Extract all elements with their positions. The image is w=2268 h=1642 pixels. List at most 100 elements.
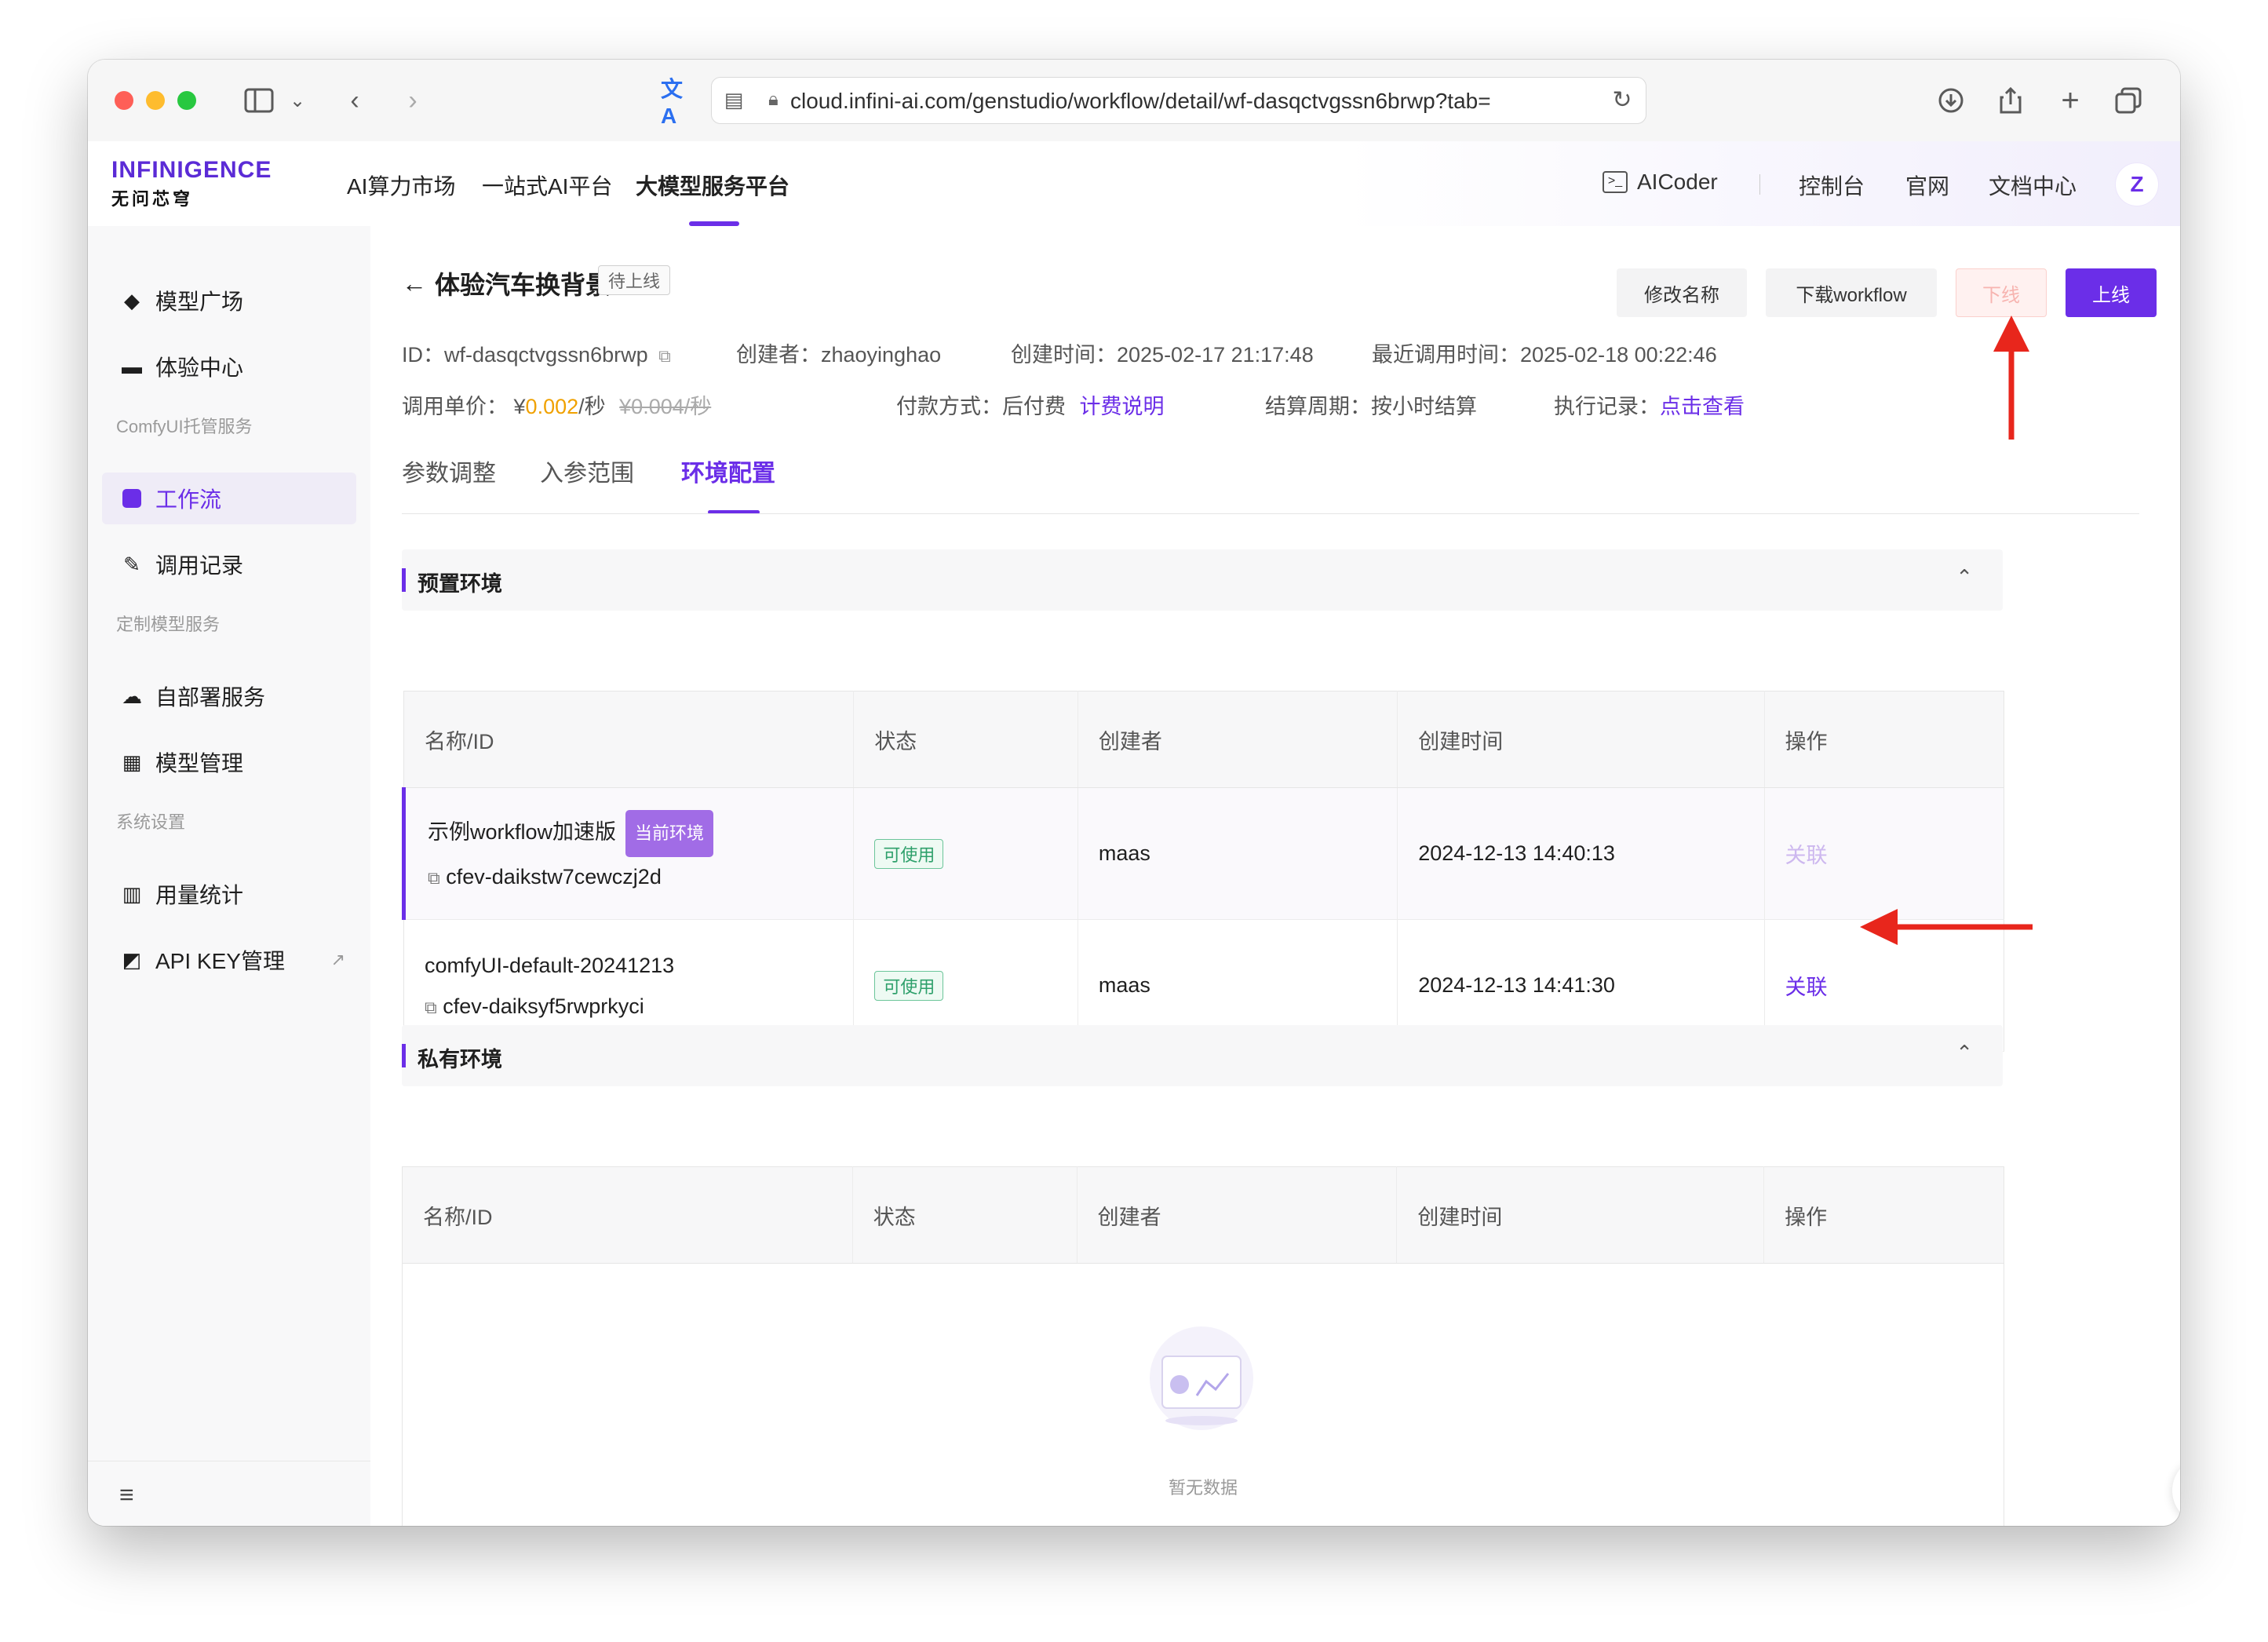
env-id: cfev-daiksyf5rwprkyci — [443, 994, 644, 1018]
official-site-link[interactable]: 官网 — [1905, 170, 1949, 201]
key-icon: ◩ — [122, 947, 142, 972]
edit-record-icon: ✎ — [123, 552, 140, 576]
cloud-icon: ☁ — [122, 684, 142, 708]
offline-button[interactable]: 下线 — [1956, 268, 2047, 317]
last-call-label: 最近调用时间： — [1372, 343, 1520, 367]
sidebar-item-label: 用量统计 — [155, 883, 244, 907]
close-window-button[interactable] — [115, 91, 133, 110]
cube-icon: ◆ — [124, 288, 140, 312]
created-value: 2025-02-17 21:17:48 — [1117, 343, 1314, 367]
nav-ai-compute[interactable]: AI算力市场 — [347, 170, 455, 201]
workflow-id: wf-dasqctvgssn6brwp — [444, 343, 648, 367]
bar-chart-icon: ▥ — [122, 881, 142, 906]
preset-env-section-header[interactable]: 预置环境 ⌃ — [402, 549, 2003, 611]
docs-link[interactable]: 文档中心 — [1989, 170, 2077, 201]
translate-icon[interactable]: 文A — [661, 77, 695, 128]
page-title: ← 体验汽车换背景 — [402, 265, 611, 301]
col-header-creator: 创建者 — [1077, 1166, 1398, 1264]
env-name: comfyUI-default-20241213 — [425, 953, 675, 977]
chevron-down-icon[interactable]: ⌄ — [286, 83, 309, 118]
rename-button[interactable]: 修改名称 — [1617, 268, 1747, 317]
tab-params[interactable]: 参数调整 — [402, 454, 496, 488]
nav-llm-platform[interactable]: 大模型服务平台 — [636, 170, 789, 201]
action-cell: 关联 — [1764, 787, 2004, 920]
col-header-creator: 创建者 — [1077, 691, 1398, 788]
reload-icon[interactable]: ↻ — [1606, 82, 1638, 117]
col-header-action: 操作 — [1764, 691, 2004, 788]
empty-text: 暂无数据 — [1168, 1478, 1238, 1498]
new-tab-icon[interactable]: + — [2053, 83, 2088, 118]
empty-illustration-icon — [1139, 1323, 1264, 1433]
sidebar-item-usage[interactable]: ▥ 用量统计 — [102, 868, 356, 920]
sidebar-item-api-key[interactable]: ◩ API KEY管理 ↗ — [102, 934, 356, 986]
sidebar-item-model-square[interactable]: ◆ 模型广场 — [102, 275, 356, 327]
sidebar-item-label: 工作流 — [155, 487, 222, 512]
tab-env-config[interactable]: 环境配置 — [681, 454, 775, 488]
exec-label: 执行记录： — [1554, 395, 1660, 418]
price-info: 调用单价： ¥0.002/秒 ¥0.004/秒 — [402, 389, 711, 420]
avatar[interactable]: Z — [2116, 163, 2158, 206]
address-bar[interactable]: ▤ 🔒︎ cloud.infini-ai.com/genstudio/workf… — [711, 77, 1646, 124]
chevron-up-icon[interactable]: ⌃ — [1956, 1041, 1973, 1065]
tab-overview-icon[interactable] — [2111, 83, 2146, 118]
logo[interactable]: INFINIGENCE — [111, 157, 272, 184]
nav-ai-platform[interactable]: 一站式AI平台 — [482, 170, 612, 201]
menu-collapse-icon[interactable]: ≡ — [119, 1480, 134, 1509]
collapse-panel-button[interactable]: ‹ — [2172, 1457, 2180, 1524]
copy-icon[interactable]: ⧉ — [428, 868, 440, 888]
back-arrow-icon[interactable]: ← — [402, 269, 427, 298]
aicoder-link[interactable]: >_ AICoder — [1603, 170, 1718, 195]
back-icon[interactable]: ‹ — [339, 83, 370, 118]
url-text[interactable]: cloud.infini-ai.com/genstudio/workflow/d… — [790, 89, 1512, 114]
download-icon[interactable] — [1934, 83, 1968, 118]
chevron-up-icon[interactable]: ⌃ — [1956, 565, 1973, 589]
exec-link[interactable]: 点击查看 — [1660, 395, 1745, 418]
chat-icon: ▬ — [122, 354, 142, 378]
status-badge: 可使用 — [874, 838, 944, 869]
sidebar-item-workflow[interactable]: 工作流 — [102, 473, 356, 524]
copy-icon[interactable]: ⧉ — [425, 998, 437, 1017]
created-info: 创建时间：2025-02-17 21:17:48 — [1011, 338, 1314, 368]
sidebar-item-call-records[interactable]: ✎ 调用记录 — [102, 538, 356, 590]
sidebar-group-comfyui: ComfyUI托管服务 — [116, 417, 253, 436]
exec-info: 执行记录：点击查看 — [1554, 389, 1745, 420]
zoom-window-button[interactable] — [177, 91, 196, 110]
meta-row-1: ID：wf-dasqctvgssn6brwp ⧉ — [402, 338, 671, 368]
status-badge: 可使用 — [874, 970, 944, 1001]
copy-icon[interactable]: ⧉ — [658, 346, 671, 366]
private-env-section-header[interactable]: 私有环境 ⌃ — [402, 1025, 2003, 1086]
sidebar-item-label: API KEY管理 — [155, 949, 285, 973]
annotation-arrow-up — [1993, 316, 2029, 440]
sidebar-item-model-manage[interactable]: ▦ 模型管理 — [102, 736, 356, 788]
current-env-badge: 当前环境 — [625, 809, 714, 857]
section-accent-bar — [402, 568, 406, 592]
sidebar-item-experience[interactable]: ▬ 体验中心 — [102, 341, 356, 392]
time-cell: 2024-12-13 14:40:13 — [1397, 787, 1765, 920]
online-button[interactable]: 上线 — [2066, 268, 2157, 317]
col-header-name: 名称/ID — [402, 1166, 853, 1264]
page-menu-icon[interactable]: ▤ — [718, 82, 749, 117]
tab-divider — [402, 513, 2139, 514]
tab-input-range[interactable]: 入参范围 — [540, 454, 634, 488]
sidebar-toggle-icon[interactable] — [242, 83, 276, 118]
share-icon[interactable] — [1993, 83, 2028, 118]
workflow-icon — [121, 487, 143, 509]
cycle-label: 结算周期： — [1265, 395, 1371, 418]
forward-icon[interactable]: › — [397, 83, 428, 118]
col-header-status: 状态 — [852, 1166, 1077, 1264]
associate-link-disabled: 关联 — [1785, 844, 1828, 867]
console-link[interactable]: 控制台 — [1799, 170, 1865, 201]
associate-link[interactable]: 关联 — [1785, 976, 1828, 999]
minimize-window-button[interactable] — [146, 91, 165, 110]
status-badge: 待上线 — [598, 265, 671, 295]
env-id: cfev-daikstw7cewczj2d — [446, 864, 662, 889]
sidebar-item-label: 自部署服务 — [155, 685, 266, 710]
col-header-name: 名称/ID — [403, 691, 855, 788]
sidebar-item-self-deploy[interactable]: ☁ 自部署服务 — [102, 670, 356, 722]
billing-link[interactable]: 计费说明 — [1080, 395, 1165, 418]
price-unit: /秒 — [578, 395, 606, 418]
env-name-cell: 示例workflow加速版 当前环境 ⧉ cfev-daikstw7cewczj2… — [401, 787, 855, 920]
sidebar-item-label: 模型广场 — [155, 290, 244, 314]
empty-state: 暂无数据 — [402, 1261, 2004, 1526]
download-workflow-button[interactable]: 下载workflow — [1766, 268, 1937, 317]
